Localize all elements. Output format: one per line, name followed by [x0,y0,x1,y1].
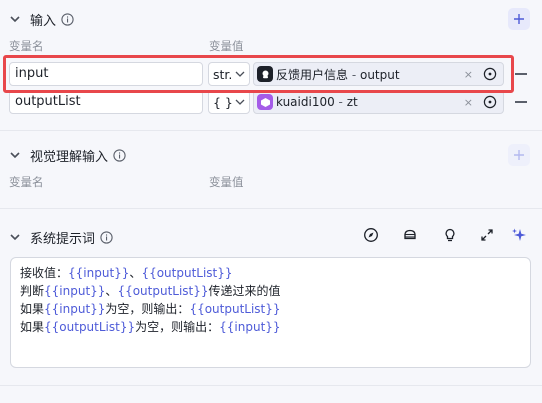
reference-node-name: kuaidi100 [276,95,335,109]
expand-icon[interactable] [478,226,496,244]
prompt-text-segment: 、 [105,284,118,298]
plus-icon [514,150,524,160]
prompt-text-segment: 接收值： [20,266,69,280]
prompt-text-segment: 传递过来的值 [208,284,281,298]
clear-reference-button[interactable]: × [464,96,473,109]
reference-field-name: zt [346,95,358,109]
info-icon[interactable] [113,148,126,162]
prompt-variable: {{outputList}} [44,320,136,334]
highlight-annotation [3,55,514,93]
prompt-text-segment: 为空，则输出： [135,320,220,334]
reference-text: kuaidi100 - zt [276,95,358,109]
input-section-header[interactable]: 输入 [0,7,542,31]
prompt-line: 判断{{input}}、{{outputList}}传递过来的值 [20,282,521,300]
prompt-line: 如果{{input}}为空，则输出：{{outputList}} [20,300,521,318]
chevron-down-icon[interactable] [9,149,21,161]
target-icon[interactable] [483,95,497,109]
reference-separator: - [334,95,347,109]
col-label-name: 变量名 [9,175,44,189]
input-section-title: 输入 [30,13,57,29]
section-divider [0,130,542,131]
prompt-text-segment: 为空，则输出： [105,302,190,316]
system-prompt-editor[interactable]: 接收值：{{input}}、{{outputList}} 判断{{input}}、… [10,257,531,368]
visual-input-section-header[interactable]: 视觉理解输入 [0,143,542,167]
variable-value-reference[interactable]: kuaidi100 - zt × [253,90,504,114]
variable-name-input[interactable]: outputList [9,90,203,114]
remove-row-button[interactable] [515,101,527,103]
prompt-variable: {{input}} [68,266,130,280]
plus-icon [514,14,524,24]
section-divider [0,385,542,386]
plugin-node-icon [257,94,273,110]
system-prompt-section-header[interactable]: 系统提示词 [0,225,542,249]
variable-type-label: { } [213,94,233,110]
system-prompt-title: 系统提示词 [30,231,96,247]
visual-input-section-title: 视觉理解输入 [30,149,109,165]
col-label-value: 变量值 [209,39,244,53]
compass-icon[interactable] [362,226,380,244]
prompt-text-segment: 、 [129,266,142,280]
add-input-button[interactable] [508,8,530,30]
prompt-variable: {{input}} [219,320,281,334]
prompt-variable: {{input}} [44,302,106,316]
prompt-text-segment: 如果 [20,320,45,334]
prompt-text: 接收值：{{input}}、{{outputList}} 判断{{input}}、… [20,264,521,336]
add-visual-input-button[interactable] [508,144,530,166]
chevron-down-icon [235,99,245,105]
info-icon[interactable] [61,12,74,26]
info-icon[interactable] [100,230,113,244]
lightbulb-icon[interactable] [441,226,459,244]
variable-type-select[interactable]: { } [208,90,250,114]
section-divider [0,208,542,209]
prompt-line: 如果{{outputList}}为空，则输出：{{input}} [20,318,521,336]
prompt-variable: {{input}} [44,284,106,298]
chevron-down-icon[interactable] [9,13,21,25]
robot-icon[interactable] [401,226,419,244]
prompt-text-segment: 判断 [20,284,45,298]
remove-row-button[interactable] [515,73,527,75]
prompt-text-segment: 如果 [20,302,45,316]
sparkle-icon[interactable] [510,226,528,244]
prompt-line: 接收值：{{input}}、{{outputList}} [20,264,521,282]
prompt-variable: {{outputList}} [141,266,233,280]
chevron-down-icon[interactable] [9,231,21,243]
prompt-variable: {{outputList}} [189,302,281,316]
col-label-name: 变量名 [9,39,44,53]
col-label-value: 变量值 [209,175,244,189]
prompt-variable: {{outputList}} [117,284,209,298]
